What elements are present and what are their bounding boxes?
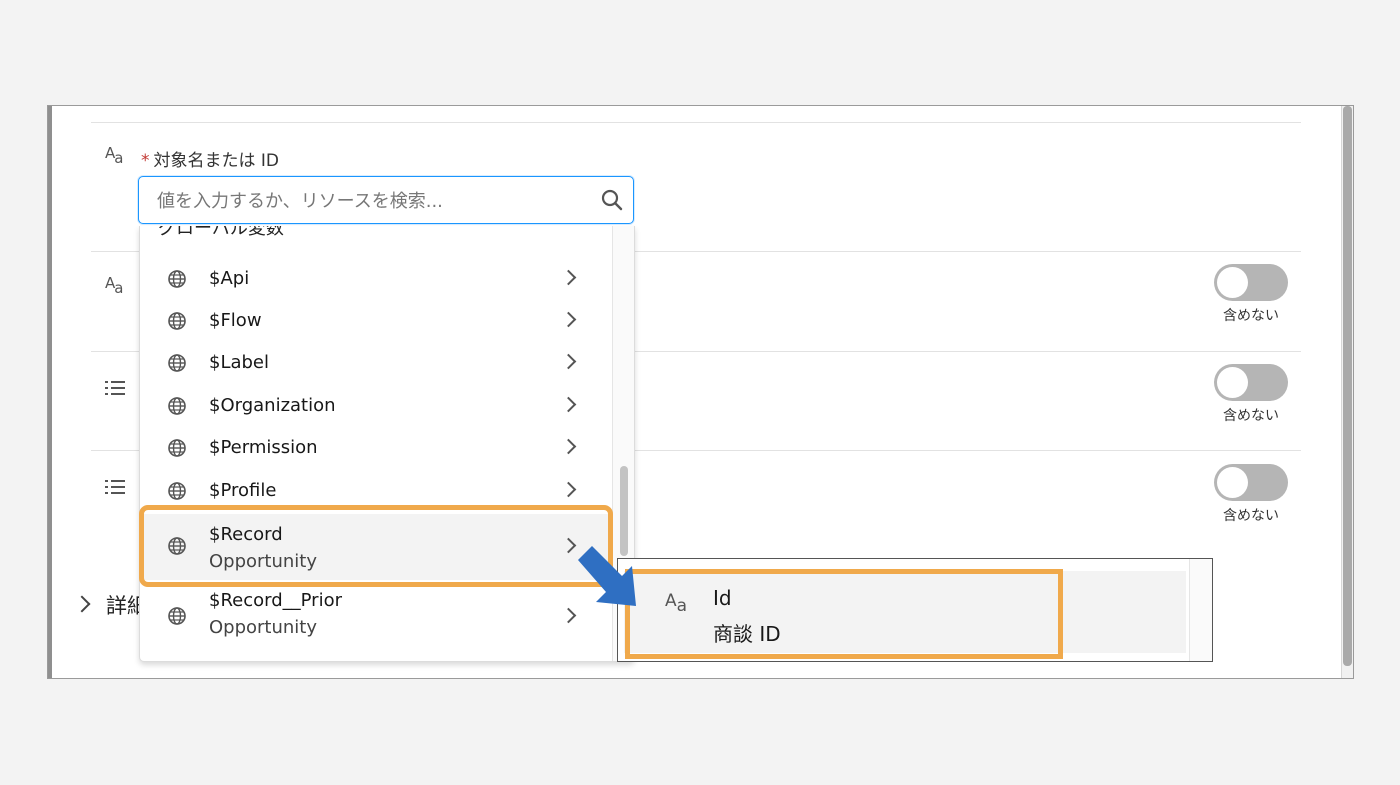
dropdown-item-label: $Profile [209, 480, 277, 501]
chevron-right-icon [560, 353, 577, 370]
submenu-scrollbar[interactable] [1189, 559, 1212, 661]
search-icon[interactable] [601, 189, 623, 211]
globe-icon [168, 270, 186, 288]
search-input[interactable] [155, 187, 579, 215]
resource-dropdown: グローバル変数 $Api $Flow $Label $Organization … [139, 226, 635, 662]
toggle-group: 含めない [1211, 364, 1291, 425]
field-label-text: 対象名または ID [153, 151, 280, 171]
dropdown-item-label: $Organization [209, 395, 336, 416]
dropdown-item-flow[interactable]: $Flow [140, 300, 612, 342]
globe-icon [168, 397, 186, 415]
globe-icon [168, 607, 186, 625]
globe-icon [168, 354, 186, 372]
field-label: * 対象名または ID [141, 146, 279, 171]
toggle-label: 含めない [1223, 308, 1279, 324]
dropdown-item-label[interactable]: $Label [140, 342, 612, 384]
required-mark: * [141, 151, 150, 171]
dropdown-item-sublabel: Opportunity [209, 617, 318, 638]
toggle-knob [1217, 367, 1248, 398]
list-icon [105, 480, 125, 496]
resource-search-box[interactable] [138, 176, 634, 224]
dropdown-item-label: $Flow [209, 310, 262, 331]
toggle-label: 含めない [1223, 408, 1279, 424]
panel-scrollbar[interactable] [1341, 106, 1353, 678]
dropdown-item-permission[interactable]: $Permission [140, 427, 612, 469]
dropdown-item-api[interactable]: $Api [140, 258, 612, 300]
toggle-group: 含めない [1211, 464, 1291, 525]
details-section-toggle[interactable]: 詳細 [73, 590, 148, 620]
dropdown-item-record-prior[interactable]: $Record__Prior Opportunity [140, 584, 612, 650]
include-toggle[interactable] [1214, 364, 1288, 401]
highlight-record-box [139, 505, 613, 587]
toggle-label: 含めない [1223, 508, 1279, 524]
dropdown-item-label: $Record__Prior [209, 590, 342, 611]
panel-left-border [48, 106, 52, 678]
pointer-arrow-icon [578, 546, 636, 606]
highlight-id-box [625, 569, 1063, 659]
toggle-knob [1217, 467, 1248, 498]
chevron-right-icon [560, 438, 577, 455]
globe-icon [168, 312, 186, 330]
toggle-group: 含めない [1211, 264, 1291, 325]
panel-scrollbar-thumb[interactable] [1343, 106, 1352, 666]
text-type-icon: Aa [105, 144, 123, 167]
chevron-right-icon [560, 269, 577, 286]
dropdown-item-label: $Api [209, 268, 250, 289]
chevron-right-icon [73, 595, 91, 613]
text-type-icon: Aa [105, 274, 123, 297]
toggle-knob [1217, 267, 1248, 298]
dropdown-item-organization[interactable]: $Organization [140, 385, 612, 427]
include-toggle[interactable] [1214, 264, 1288, 301]
dropdown-group-header: グローバル変数 [158, 226, 284, 239]
list-icon [105, 381, 125, 397]
chevron-right-icon [560, 311, 577, 328]
dropdown-item-label: $Permission [209, 437, 318, 458]
divider [91, 122, 1301, 123]
globe-icon [168, 439, 186, 457]
chevron-right-icon [560, 481, 577, 498]
include-toggle[interactable] [1214, 464, 1288, 501]
globe-icon [168, 482, 186, 500]
chevron-right-icon [560, 396, 577, 413]
dropdown-item-label: $Label [209, 352, 270, 373]
